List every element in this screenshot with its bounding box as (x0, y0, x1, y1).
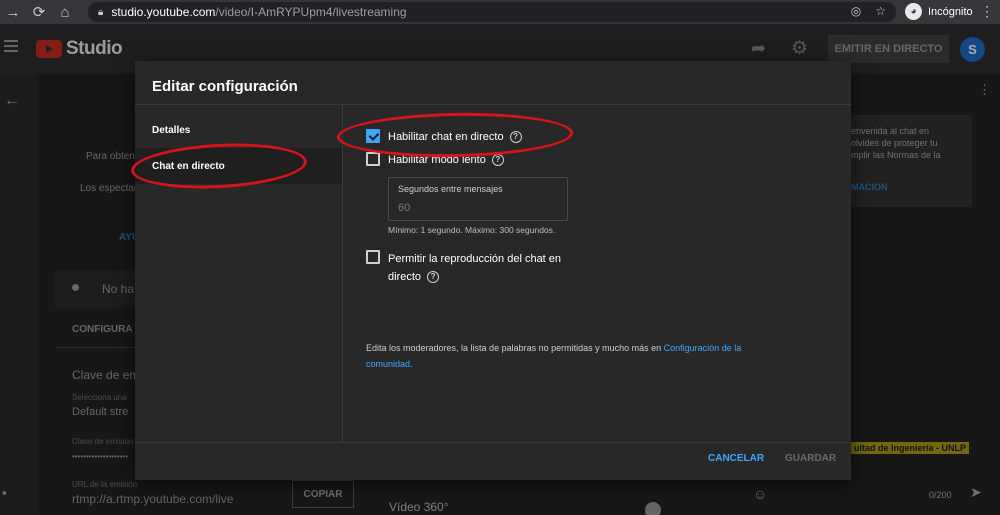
seconds-field-value[interactable]: 60 (398, 202, 410, 214)
chat-replay-label: Permitir la reproducción del chat en dir… (388, 253, 562, 283)
url-domain: studio.youtube.com (111, 5, 216, 19)
chat-replay-row[interactable]: Permitir la reproducción del chat en dir… (366, 250, 578, 286)
slow-mode-checkbox[interactable] (366, 152, 380, 166)
incognito-label: Incógnito (928, 5, 973, 18)
star-icon[interactable]: ☆ (875, 4, 886, 18)
help-icon[interactable]: ? (491, 154, 504, 167)
lock-icon: 🔒︎ (98, 6, 104, 18)
footnote-text: Edita los moderadores, la lista de palab… (366, 343, 664, 353)
save-button[interactable]: GUARDAR (785, 453, 836, 464)
divider (135, 442, 851, 443)
seconds-between-messages-field[interactable]: Segundos entre mensajes 60 (388, 177, 568, 221)
forward-icon[interactable]: → (0, 0, 26, 24)
dialog-title: Editar configuración (152, 78, 298, 95)
address-bar[interactable]: 🔒︎ studio.youtube.com /video/I-AmRYPUpm4… (88, 2, 896, 22)
reload-icon[interactable]: ⟳ (26, 0, 52, 24)
moderation-footnote: Edita los moderadores, la lista de palab… (366, 340, 786, 372)
incognito-indicator[interactable]: ◕ Incógnito (905, 3, 973, 20)
chat-replay-checkbox[interactable] (366, 250, 380, 264)
browser-toolbar: → ⟳ ⌂ 🔒︎ studio.youtube.com /video/I-AmR… (0, 0, 1000, 24)
footnote-end: . (410, 359, 413, 369)
url-path: /video/I-AmRYPUpm4/livestreaming (215, 5, 407, 19)
seconds-field-label: Segundos entre mensajes (398, 184, 503, 194)
seconds-hint: Mínimo: 1 segundo. Máximo: 300 segundos. (388, 225, 556, 235)
help-icon[interactable]: ? (427, 271, 440, 284)
cancel-button[interactable]: CANCELAR (708, 453, 764, 464)
home-icon[interactable]: ⌂ (52, 0, 78, 24)
browser-menu-icon[interactable]: ⋮ (980, 3, 994, 20)
eye-off-icon[interactable]: ◎ (851, 4, 861, 18)
incognito-icon: ◕ (905, 3, 922, 20)
